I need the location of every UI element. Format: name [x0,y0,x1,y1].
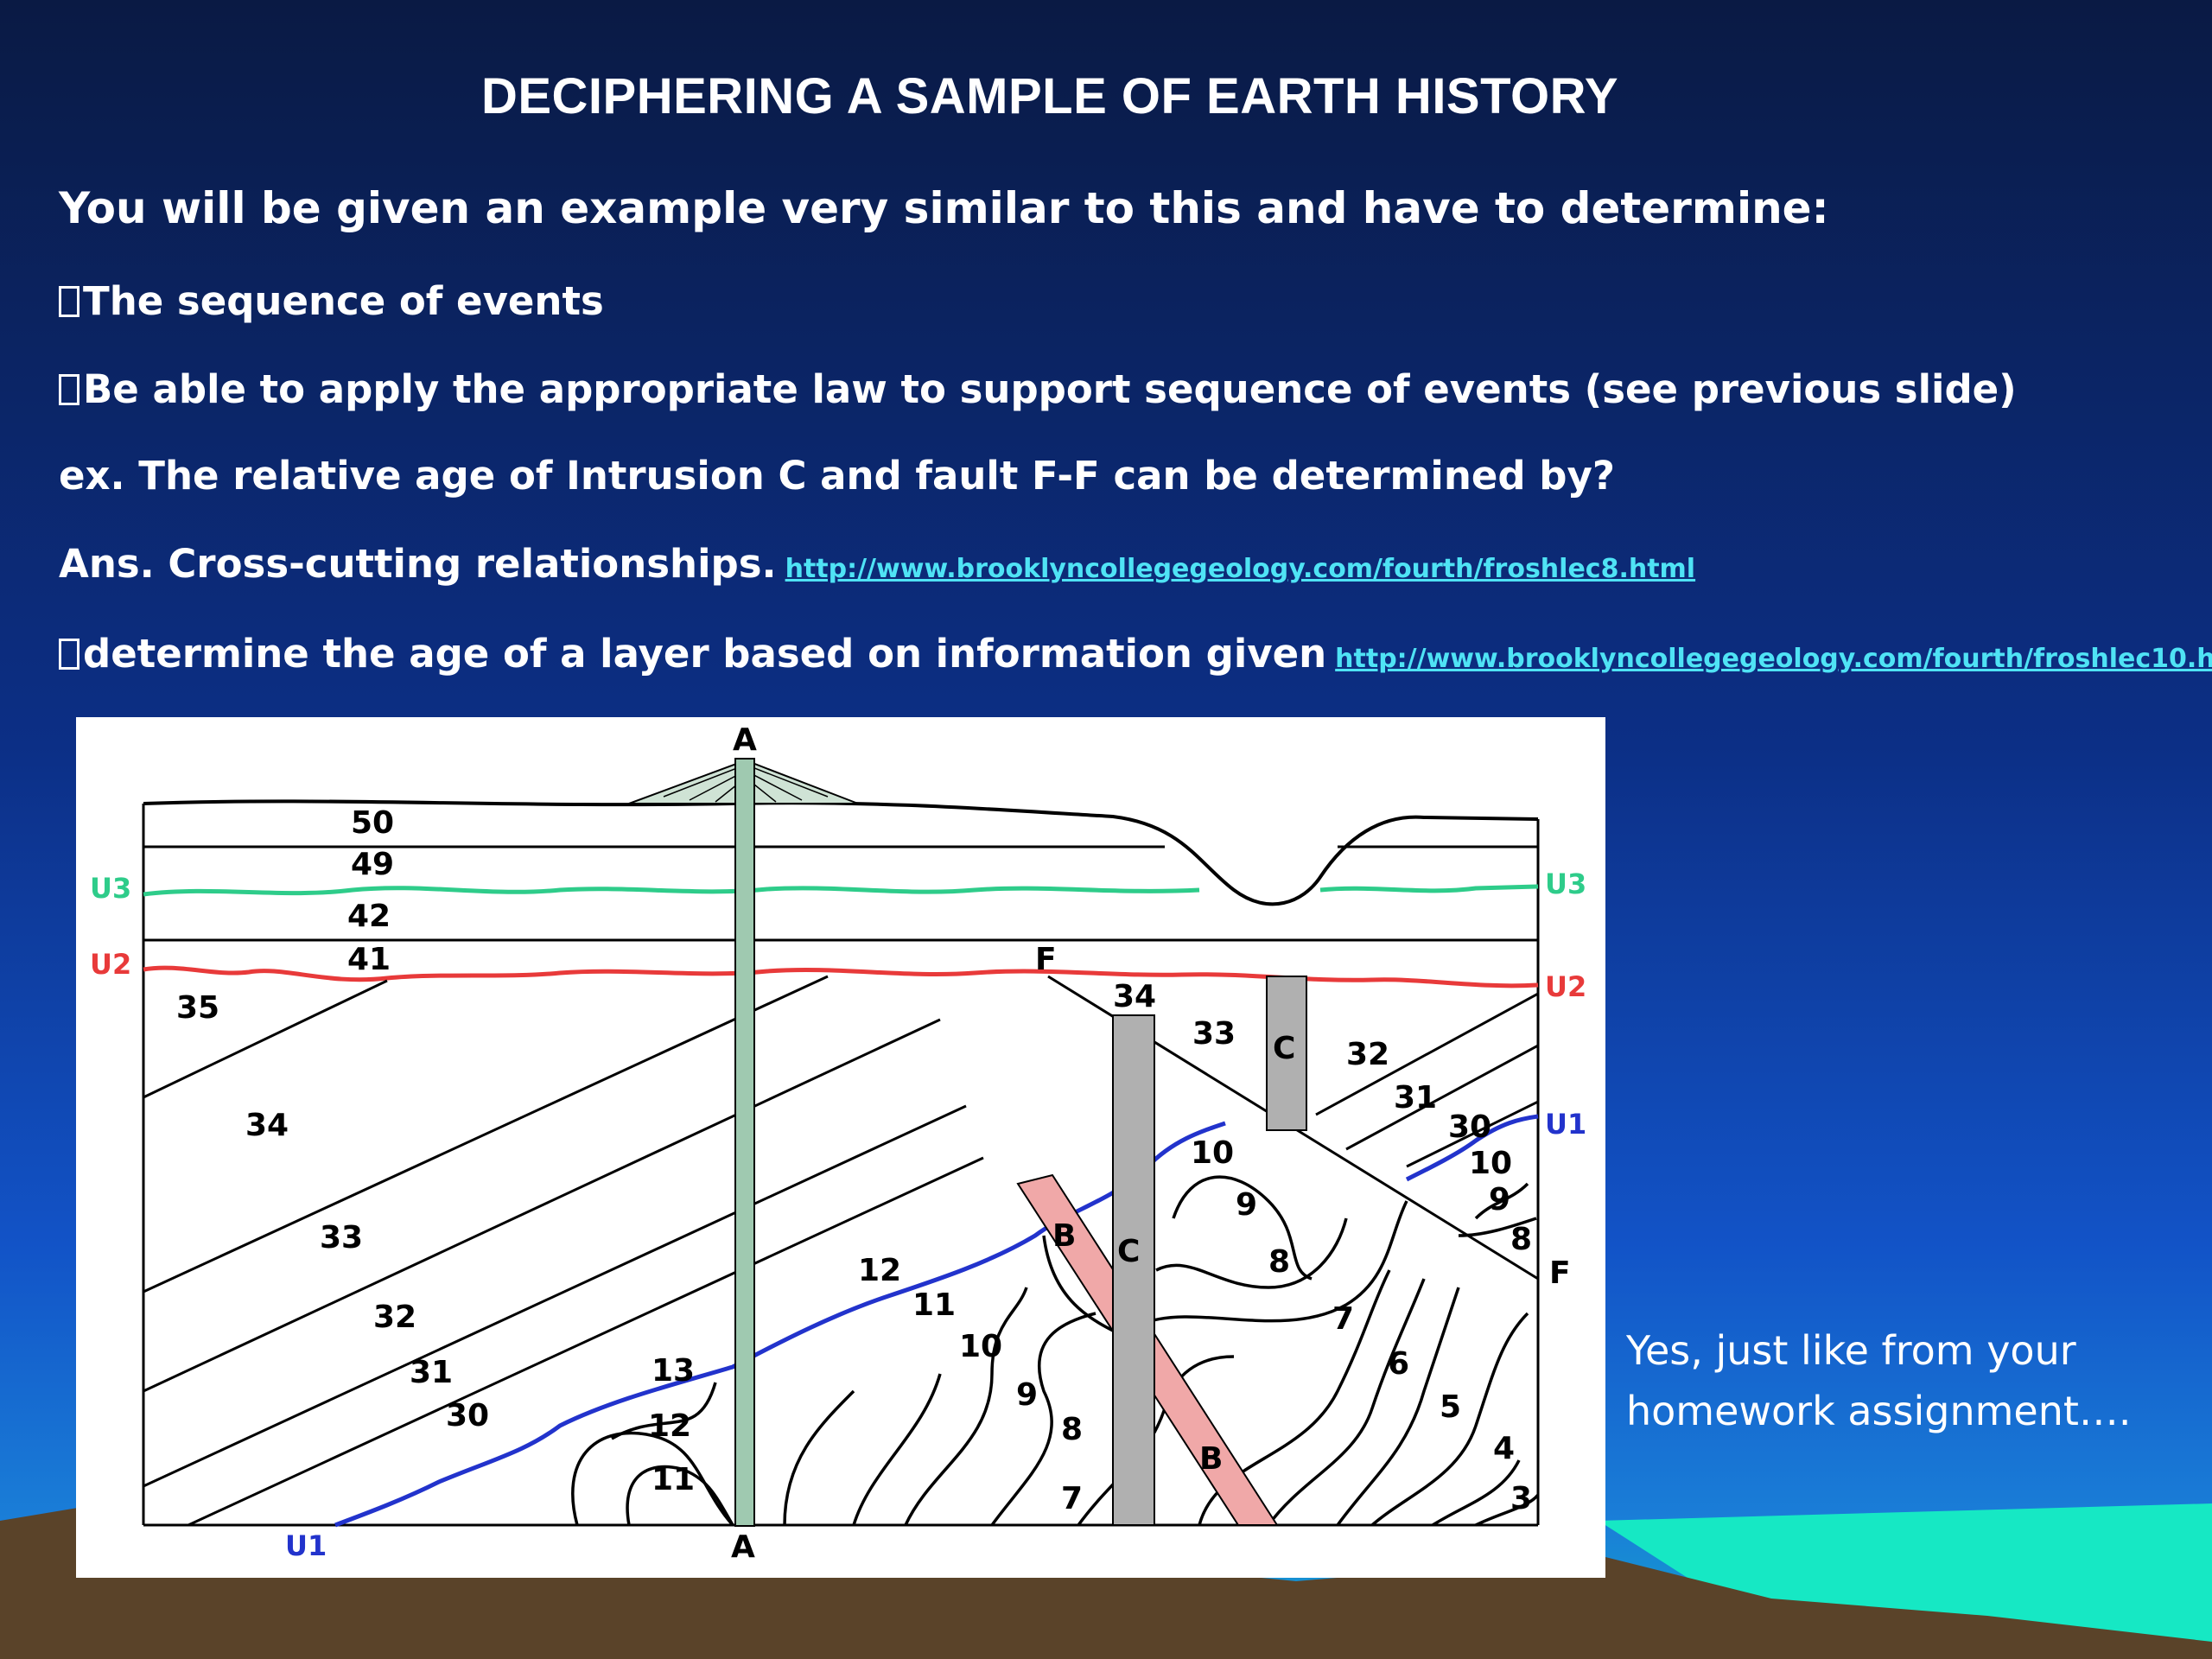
homework-caption: Yes, just like from your homework assign… [1626,1327,2132,1434]
svg-text:33: 33 [320,1220,363,1255]
svg-text:13: 13 [652,1353,695,1389]
svg-text:7: 7 [1332,1301,1354,1337]
bullet-layer-age: determine the age of a layer based on in… [59,631,2212,677]
b-lower-label: B [1199,1441,1223,1477]
svg-text:8: 8 [1268,1244,1290,1280]
svg-text:32: 32 [1346,1037,1389,1072]
intro-text: You will be given an example very simila… [59,183,1829,233]
svg-text:31: 31 [410,1355,453,1390]
answer-line: Ans. Cross-cutting relationships. http://… [59,541,1695,587]
u2-left-label: U2 [90,948,131,981]
u1-right-label: U1 [1545,1108,1586,1141]
svg-text:30: 30 [446,1398,489,1433]
geologic-cross-section: U3 U3 U2 U2 U1 U1 A A B B C C F F 50 49 … [76,717,1605,1578]
svg-text:4: 4 [1493,1431,1515,1466]
c-upper-label: C [1273,1031,1295,1066]
slide-title: DECIPHERING A SAMPLE OF EARTH HISTORY [480,68,1619,124]
svg-text:42: 42 [347,899,391,934]
bullet-sequence-text: The sequence of events [83,278,604,324]
svg-text:49: 49 [351,847,394,882]
dike-a [734,758,755,1527]
svg-text:50: 50 [351,805,394,841]
svg-text:8: 8 [1510,1222,1532,1257]
u3-right-label: U3 [1545,868,1586,900]
svg-text:12: 12 [858,1253,901,1288]
svg-text:31: 31 [1394,1080,1437,1116]
svg-text:9: 9 [1236,1187,1257,1223]
a-bottom-label: A [731,1529,755,1565]
svg-text:34: 34 [245,1108,289,1143]
u3-left-label: U3 [90,872,131,905]
bullet-apply-law-text: Be able to apply the appropriate law to … [83,366,2017,412]
svg-text:7: 7 [1061,1481,1083,1516]
bullet-apply-law: Be able to apply the appropriate law to … [59,366,2017,412]
intrusion-c [1112,1014,1155,1526]
svg-text:8: 8 [1061,1412,1083,1447]
layer-age-link[interactable]: http://www.brooklyncollegegeology.com/fo… [1335,644,2212,674]
bullet-box-icon [59,639,79,670]
bullet-box-icon [59,374,79,405]
svg-text:35: 35 [176,990,219,1026]
example-question: ex. The relative age of Intrusion C and … [59,453,1615,499]
cross-section-svg: U3 U3 U2 U2 U1 U1 A A B B C C F F 50 49 … [90,722,1586,1565]
fault-top-label: F [1035,942,1057,977]
u2-right-label: U2 [1545,970,1586,1003]
svg-text:34: 34 [1113,979,1156,1014]
svg-text:10: 10 [1469,1146,1512,1181]
svg-text:11: 11 [652,1462,695,1497]
a-top-label: A [733,722,757,758]
svg-text:9: 9 [1489,1182,1510,1217]
c-lower-label: C [1117,1234,1140,1269]
svg-text:41: 41 [347,942,391,977]
svg-text:3: 3 [1510,1481,1532,1516]
svg-text:9: 9 [1016,1377,1038,1413]
svg-text:32: 32 [373,1300,416,1335]
bullet-sequence: The sequence of events [59,278,604,324]
svg-text:6: 6 [1388,1346,1409,1382]
svg-text:12: 12 [648,1408,691,1444]
svg-text:10: 10 [1191,1135,1234,1171]
svg-text:5: 5 [1440,1389,1461,1425]
svg-text:33: 33 [1192,1016,1236,1052]
svg-text:30: 30 [1448,1109,1491,1145]
unconformity-u3 [143,884,1539,897]
answer-text: Ans. Cross-cutting relationships. [59,541,777,587]
svg-text:11: 11 [912,1287,956,1323]
bullet-box-icon [59,286,79,317]
bullet-layer-age-text: determine the age of a layer based on in… [83,631,1327,677]
answer-link[interactable]: http://www.brooklyncollegegeology.com/fo… [785,554,1696,584]
svg-text:10: 10 [959,1329,1002,1364]
layer-number-labels: 50 49 42 41 35 34 33 32 31 30 34 33 32 3… [176,805,1532,1516]
u1-bottom-label: U1 [285,1529,327,1562]
b-upper-label: B [1052,1218,1076,1254]
fault-bottom-label: F [1549,1255,1571,1291]
